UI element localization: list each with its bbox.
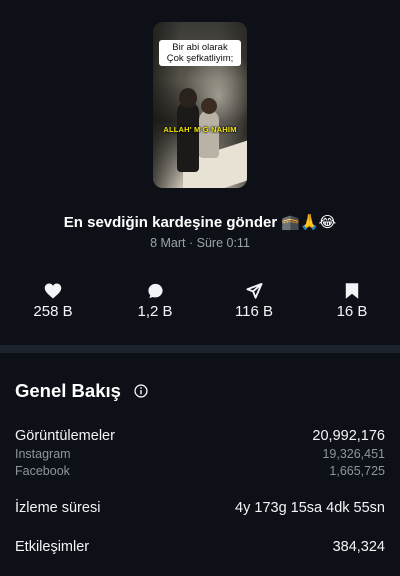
comments-stat[interactable]: 1,2 B — [115, 282, 195, 320]
thumbnail-person — [177, 88, 199, 172]
interactions-value: 384,324 — [332, 539, 385, 555]
shares-stat[interactable]: 116 B — [214, 282, 294, 320]
comments-count: 1,2 B — [137, 303, 173, 320]
views-value: 20,992,176 — [312, 428, 385, 444]
thumbnail-overlay-text: ALLAH' M G NAHIM — [163, 125, 237, 134]
views-label: Görüntülemeler — [15, 428, 115, 444]
share-icon — [245, 282, 263, 299]
instagram-label: Instagram — [15, 447, 71, 461]
engagement-stats: 258 B 1,2 B 116 B 16 B — [0, 282, 400, 327]
thumbnail-person — [199, 98, 219, 158]
likes-stat[interactable]: 258 B — [13, 282, 93, 320]
watch-time-value: 4y 173g 15sa 4dk 55sn — [235, 500, 385, 516]
likes-count: 258 B — [33, 303, 73, 320]
overview-title: Genel Bakış — [15, 380, 121, 401]
bookmark-icon — [345, 283, 359, 299]
facebook-label: Facebook — [15, 464, 70, 478]
reel-thumbnail[interactable]: Bir abi olarak Çok şefkatliyim; ALLAH' M… — [153, 22, 247, 188]
watch-time-label: İzleme süresi — [15, 500, 101, 516]
saves-count: 16 B — [336, 303, 368, 320]
saves-stat[interactable]: 16 B — [312, 282, 392, 320]
comment-icon — [147, 283, 163, 299]
section-divider — [0, 345, 400, 353]
info-icon[interactable] — [134, 384, 148, 398]
video-meta: 8 Mart · Süre 0:11 — [150, 236, 250, 250]
caption-line-2: Çok şefkatliyim; — [166, 53, 234, 64]
instagram-value: 19,326,451 — [322, 447, 385, 461]
video-title: En sevdiğin kardeşine gönder 🕋🙏😂 — [63, 214, 337, 231]
interactions-label: Etkileşimler — [15, 539, 90, 555]
heart-icon — [44, 283, 62, 299]
caption-line-1: Bir abi olarak — [172, 42, 228, 53]
facebook-value: 1,665,725 — [329, 464, 385, 478]
shares-count: 116 B — [234, 303, 274, 320]
thumbnail-caption: Bir abi olarak Çok şefkatliyim; — [159, 40, 241, 66]
